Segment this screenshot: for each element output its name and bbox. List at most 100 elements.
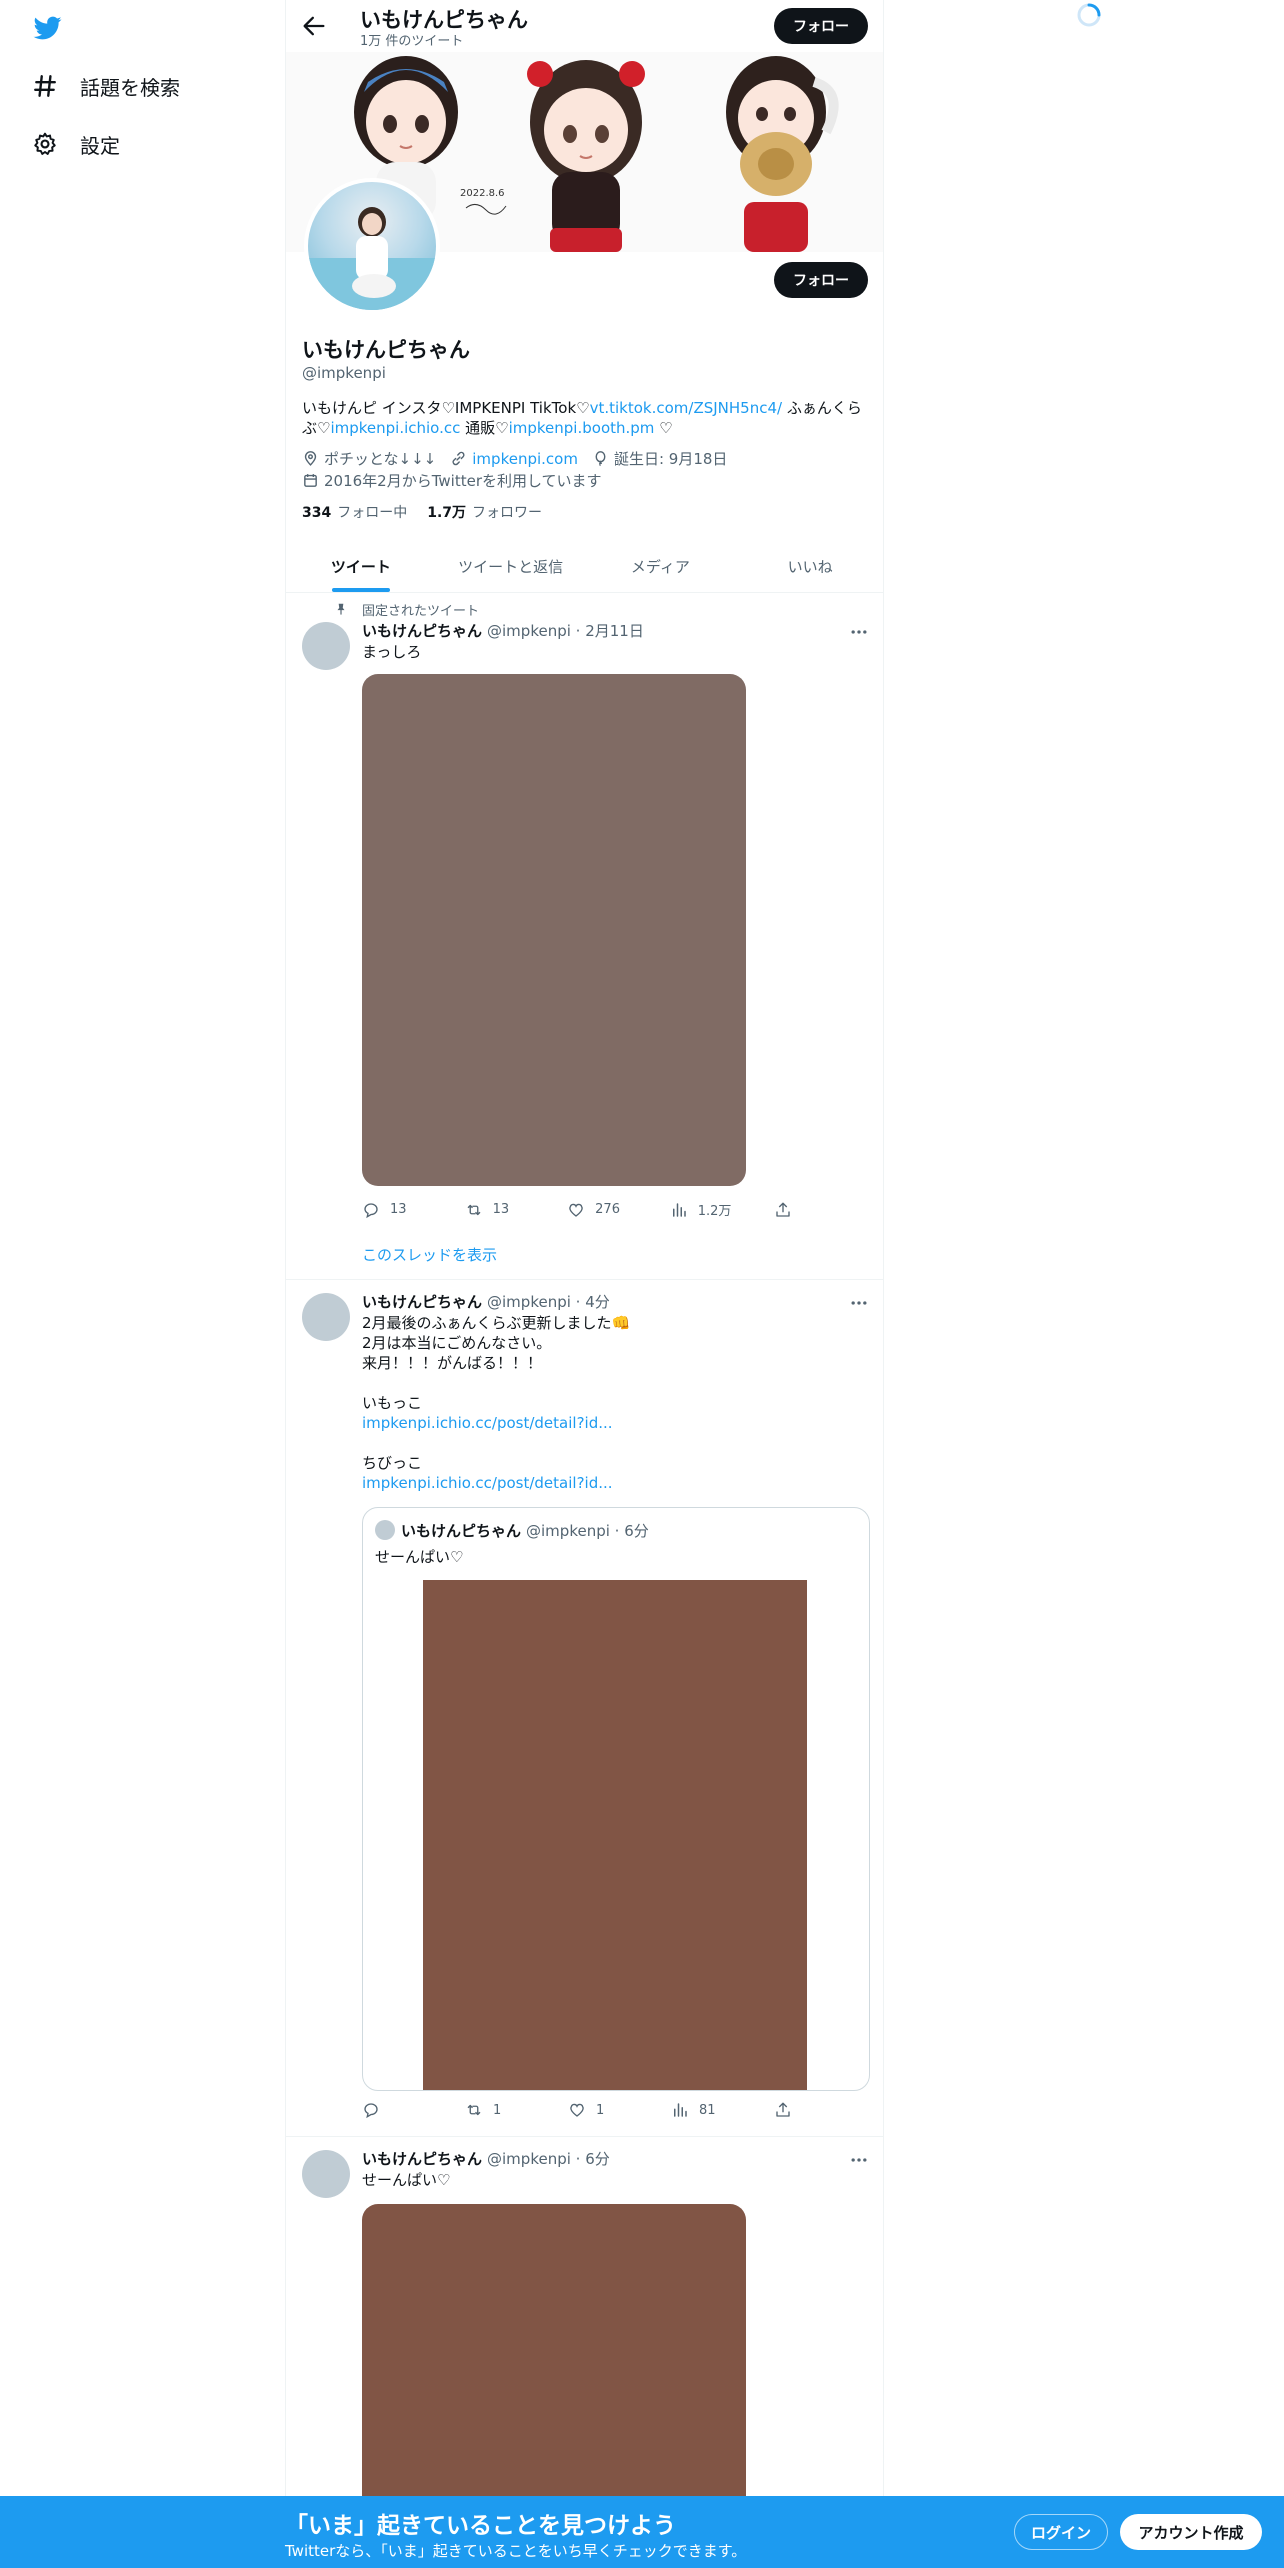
profile-website-link[interactable]: impkenpi.com: [472, 450, 578, 468]
profile-follow-button[interactable]: フォロー: [774, 262, 868, 298]
signup-button[interactable]: アカウント作成: [1120, 2514, 1262, 2550]
nav-settings-label: 設定: [80, 133, 120, 158]
bio-tiktok-link[interactable]: vt.tiktok.com/ZSJNH5nc4/: [590, 399, 782, 417]
analytics-icon: [674, 2103, 687, 2117]
nav-explore-label: 話題を検索: [80, 75, 180, 100]
tab-likes[interactable]: いいね: [735, 540, 883, 592]
like-button[interactable]: 276: [567, 1201, 627, 1219]
bio-text: ♡: [654, 419, 673, 437]
retweet-count: 1: [493, 2102, 502, 2118]
nav-settings[interactable]: 設定: [32, 124, 120, 164]
more-options-icon[interactable]: [849, 2150, 869, 2170]
tweet[interactable]: いもけんピちゃん @impkenpi · 4分 2月最後のふぁんくらぶ更新しまし…: [286, 1281, 883, 2137]
tab-tweets[interactable]: ツイート: [286, 540, 436, 592]
loading-spinner-icon: [1077, 3, 1101, 27]
profile-bio: いもけんピ インスタ♡IMPKENPI TikTok♡vt.tiktok.com…: [302, 398, 872, 438]
hashtag-icon: [34, 75, 56, 97]
tweet-author-name[interactable]: いもけんピちゃん: [362, 2148, 482, 2169]
gear-icon: [34, 132, 56, 155]
pin-icon: [337, 603, 345, 615]
profile-joined-date: 2016年2月からTwitterを利用しています: [324, 472, 602, 490]
tweet-text: せーんぱい♡: [362, 2171, 451, 2189]
profile-location: ポチッとな↓↓↓: [324, 450, 437, 468]
quote-header: いもけんピちゃん @impkenpi · 6分: [401, 1520, 649, 1541]
views-button[interactable]: 81: [671, 2101, 731, 2119]
quote-handle-time: @impkenpi · 6分: [526, 1522, 649, 1540]
like-button[interactable]: 1: [568, 2101, 628, 2119]
tweet-link[interactable]: impkenpi.ichio.cc/post/detail?id...: [362, 1473, 862, 1493]
tweet-actions: 1 1 81: [362, 2101, 802, 2119]
share-button[interactable]: [774, 1201, 802, 1219]
tweet-media-image[interactable]: [362, 674, 746, 1186]
tweet-handle-time[interactable]: @impkenpi · 4分: [487, 1291, 610, 1312]
tweet-avatar[interactable]: [302, 622, 350, 670]
profile-name: いもけんピちゃん: [302, 338, 470, 362]
quote-tweet[interactable]: いもけんピちゃん @impkenpi · 6分 せーんぱい♡: [362, 1507, 870, 2091]
tab-tweets-and-replies-label: ツイートと返信: [458, 557, 564, 576]
retweet-icon: [467, 1204, 481, 1215]
tab-active-indicator: [331, 588, 390, 592]
tweet-pinned[interactable]: 固定されたツイート いもけんピちゃん @impkenpi · 2月11日 まっし…: [286, 594, 883, 1280]
more-options-icon[interactable]: [849, 622, 869, 642]
tweet-author-name[interactable]: いもけんピちゃん: [362, 1291, 482, 1312]
view-count: 1.2万: [697, 1204, 732, 1219]
show-thread-link[interactable]: このスレッドを表示: [362, 1244, 497, 1265]
profile-avatar[interactable]: [304, 178, 440, 314]
followers-count: 1.7万: [427, 505, 467, 521]
tweet-header: いもけんピちゃん @impkenpi · 2月11日: [362, 620, 644, 641]
quote-media-image[interactable]: [423, 1580, 807, 2090]
balloon-icon: [595, 451, 606, 467]
heart-icon: [569, 1203, 583, 1217]
back-arrow-icon[interactable]: [300, 12, 328, 40]
profile-header-bar: いもけんピちゃん 1万 件のツイート フォロー: [286, 0, 883, 52]
left-navigation: 話題を検索 設定: [0, 0, 284, 2568]
followers-link[interactable]: 1.7万 フォロワー: [427, 502, 542, 522]
tweet-author-name[interactable]: いもけんピちゃん: [362, 620, 482, 641]
share-button[interactable]: [774, 2101, 802, 2119]
retweet-icon: [467, 2104, 481, 2116]
tab-tweets-and-replies[interactable]: ツイートと返信: [436, 540, 586, 592]
heart-icon: [570, 2103, 584, 2117]
reply-button[interactable]: [362, 2101, 422, 2119]
quote-text: せーんぱい♡: [375, 1548, 464, 1566]
more-options-icon[interactable]: [849, 1293, 869, 1313]
tweet-handle-time[interactable]: @impkenpi · 2月11日: [487, 620, 644, 641]
tab-media[interactable]: メディア: [586, 540, 736, 592]
like-count: 276: [595, 1202, 620, 1217]
share-icon: [776, 1202, 790, 1217]
tweet-link[interactable]: impkenpi.ichio.cc/post/detail?id...: [362, 1413, 862, 1433]
quote-author-name: いもけんピちゃん: [401, 1522, 522, 1540]
bio-fanclub-link[interactable]: impkenpi.ichio.cc: [330, 419, 460, 437]
avatar-photo: [308, 207, 436, 310]
quote-avatar: [375, 1520, 395, 1540]
tweet-text: 2月最後のふぁんくらぶ更新しました👊 2月は本当にごめんなさい。 来月！！！がん…: [362, 1313, 862, 1493]
view-count: 81: [699, 2102, 716, 2118]
nav-explore[interactable]: 話題を検索: [32, 66, 180, 106]
retweet-button[interactable]: 13: [465, 1201, 525, 1219]
retweet-button[interactable]: 1: [465, 2101, 525, 2119]
tweet-line: 2月は本当にごめんなさい。: [362, 1334, 552, 1352]
tab-tweets-label: ツイート: [330, 557, 391, 576]
svg-text:2022.8.6: 2022.8.6: [460, 188, 505, 199]
tweet-avatar[interactable]: [302, 2150, 350, 2198]
reply-button[interactable]: 13: [362, 1201, 422, 1219]
tweet-line: 2月最後のふぁんくらぶ更新しました👊: [362, 1314, 631, 1332]
profile-tabs: ツイート ツイートと返信 メディア いいね: [286, 540, 883, 593]
main-column: いもけんピちゃん 1万 件のツイート フォロー 2022.8.6 フォロー いも…: [285, 0, 884, 2568]
bio-booth-link[interactable]: impkenpi.booth.pm: [509, 419, 655, 437]
header-follow-button[interactable]: フォロー: [774, 8, 868, 44]
tweet-avatar[interactable]: [302, 1293, 350, 1341]
signup-prompt-bar: 「いま」起きていることを見つけよう Twitterなら、「いま」起きていることを…: [0, 2496, 1284, 2568]
tweet-handle-time[interactable]: @impkenpi · 6分: [487, 2148, 610, 2169]
banner-illustration-center: [527, 60, 645, 252]
tweet-line: ちびっこ: [362, 1454, 423, 1472]
twitter-bird-icon[interactable]: [32, 14, 64, 42]
tweet-text: まっしろ: [362, 643, 422, 661]
following-link[interactable]: 334 フォロー中: [302, 502, 407, 522]
signup-prompt-subtitle: Twitterなら、「いま」起きていることをいち早くチェックできます。: [285, 2542, 747, 2560]
views-button[interactable]: 1.2万: [670, 1200, 732, 1219]
login-button[interactable]: ログイン: [1014, 2514, 1108, 2550]
like-count: 1: [596, 2102, 605, 2118]
tweet-line-spacer: [362, 1373, 862, 1393]
followers-label: フォロワー: [472, 505, 543, 521]
